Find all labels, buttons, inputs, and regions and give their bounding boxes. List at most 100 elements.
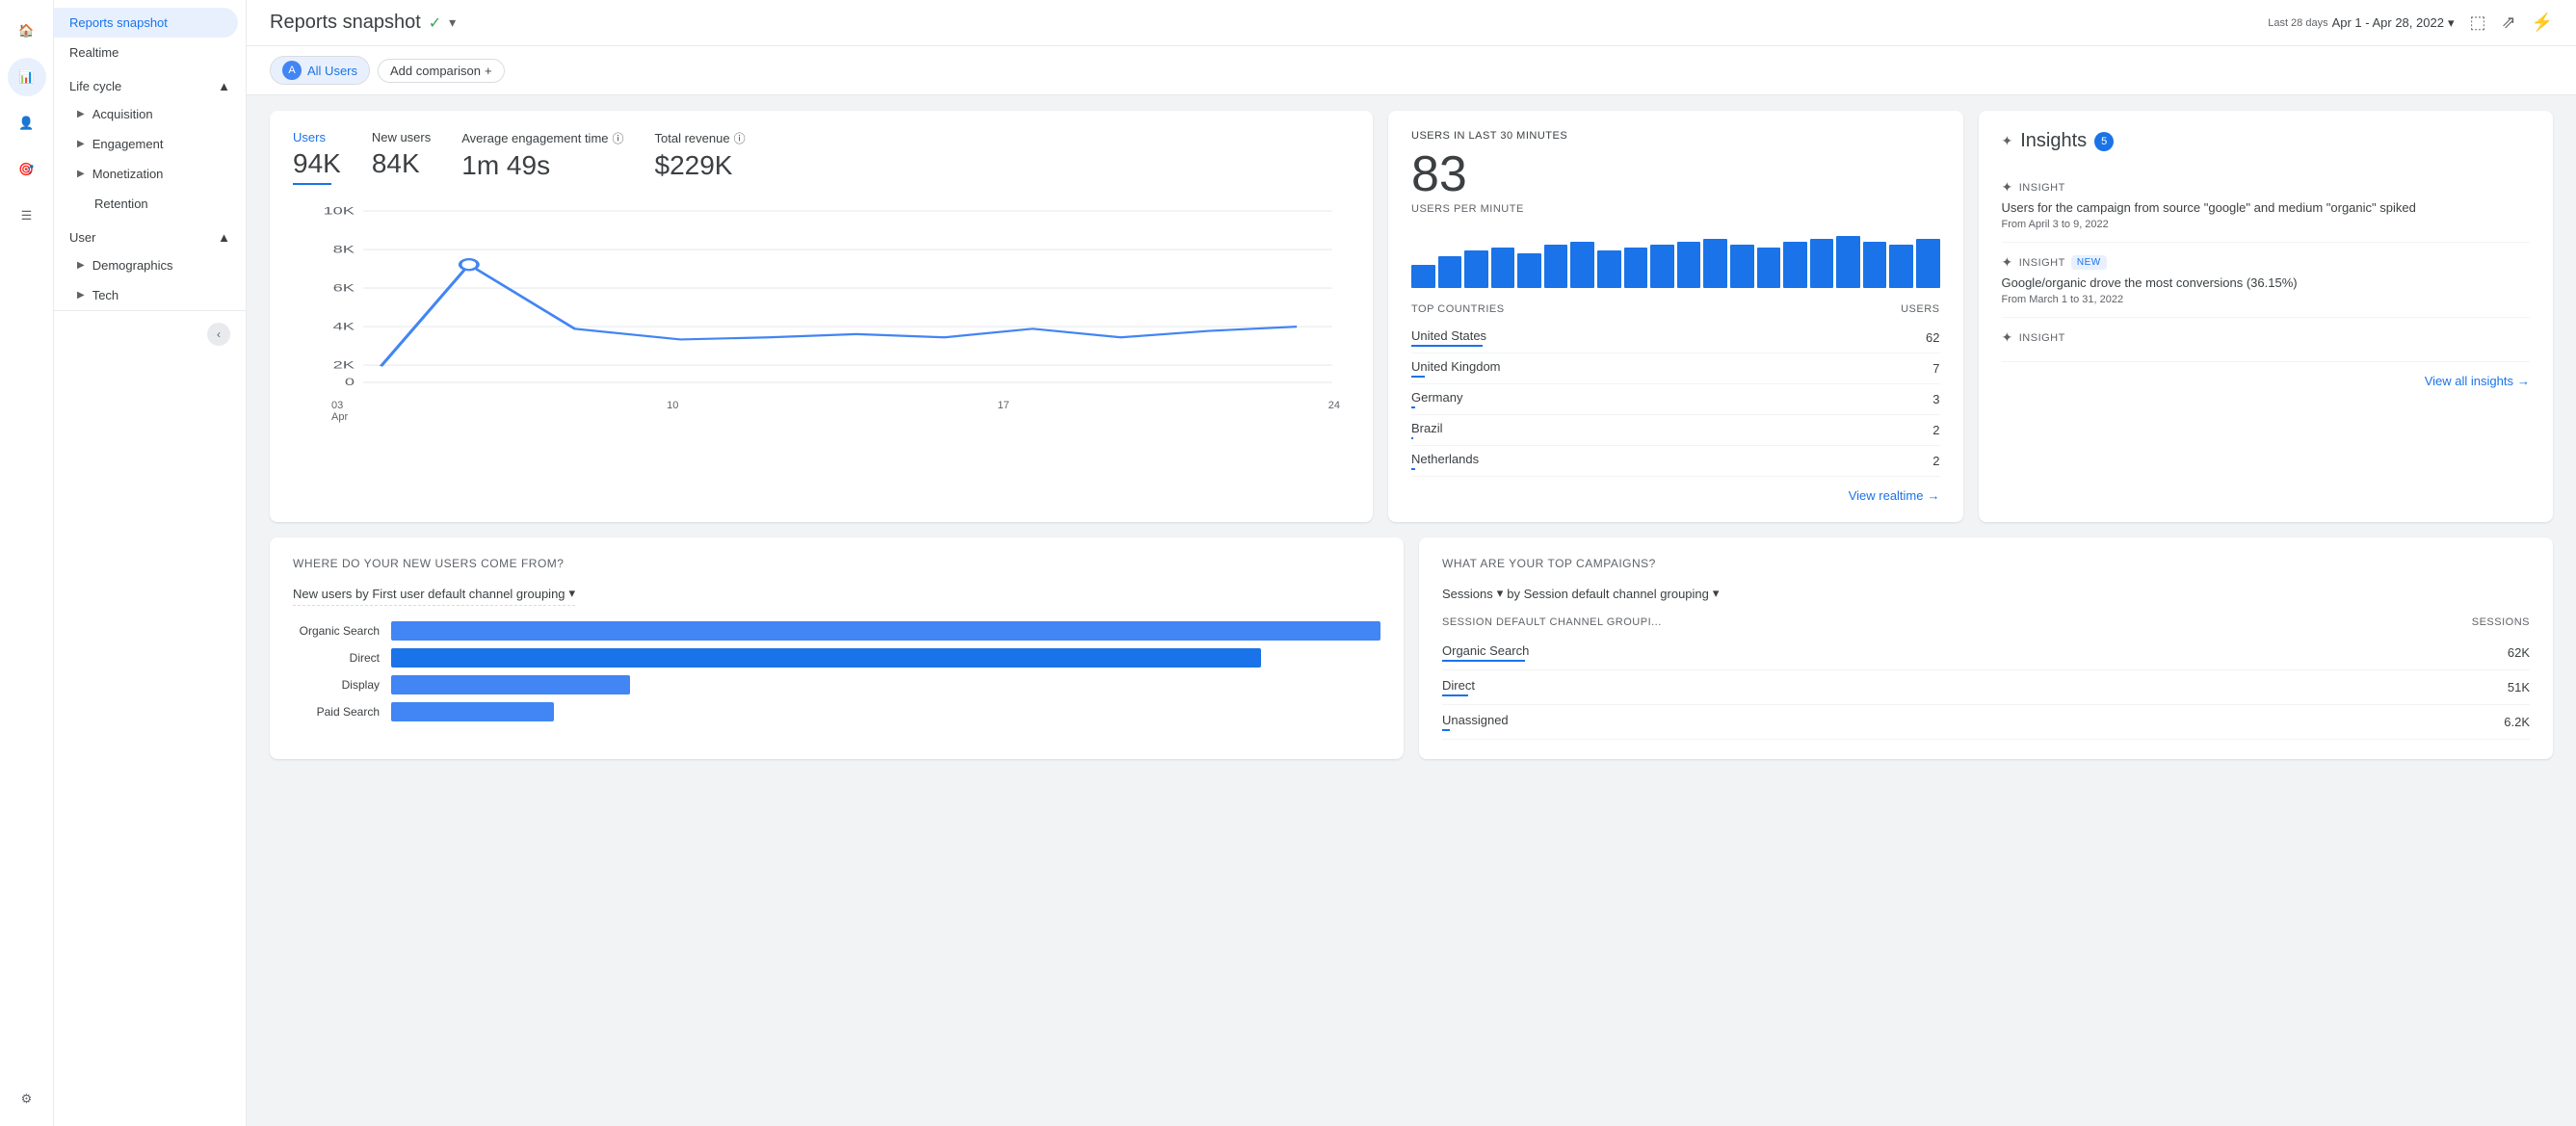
mini-bar [1757, 248, 1781, 288]
campaign-name-unassigned: Unassigned [1442, 713, 1509, 727]
mini-bar [1703, 239, 1727, 288]
country-name-de: Germany [1411, 390, 1462, 405]
country-row-us: United States 62 [1411, 323, 1940, 354]
title-dropdown-icon[interactable]: ▾ [449, 14, 456, 31]
chart-label-4: 24 [1328, 400, 1340, 423]
campaign-row-direct: Direct 51K [1442, 670, 2530, 705]
campaign-value-unassigned: 6.2K [2504, 715, 2530, 729]
bar-row-direct: Direct [293, 648, 1380, 668]
insight-icon-2: ✦ [2002, 254, 2013, 271]
arrow-right-icon: ▶ [77, 260, 85, 271]
date-range-selector[interactable]: Last 28 days Apr 1 - Apr 28, 2022 ▾ [2268, 15, 2454, 31]
insight-text-2: Google/organic drove the most conversion… [2002, 275, 2531, 292]
sidebar-item-acquisition[interactable]: ▶ Acquisition [54, 99, 238, 129]
bar-fill-paid [391, 702, 554, 721]
bar-label-paid: Paid Search [293, 705, 380, 719]
metric-total-revenue: Total revenue ⓘ $229K [655, 130, 746, 185]
share-icon[interactable]: ⇗ [2501, 13, 2515, 33]
left-icon-column: 🏠 📊 👤 🎯 ☰ ⚙ [0, 0, 54, 1126]
svg-text:2K: 2K [333, 359, 355, 371]
line-chart-area: 10K 8K 6K 4K 2K 0 03Apr [293, 200, 1350, 393]
new-users-section-title: WHERE DO YOUR NEW USERS COME FROM? [293, 557, 1380, 570]
sidebar-item-tech[interactable]: ▶ Tech [54, 280, 238, 310]
metrics-chart-card: Users 94K New users 84K Average engageme… [270, 111, 1373, 522]
campaign-row-unassigned: Unassigned 6.2K [1442, 705, 2530, 740]
sidebar-item-retention[interactable]: Retention [54, 189, 238, 219]
header-left: Reports snapshot ✓ ▾ [270, 12, 456, 34]
view-realtime-button[interactable]: View realtime → [1411, 488, 1940, 503]
insight-item-3: ✦ INSIGHT [2002, 318, 2531, 362]
country-name-uk: United Kingdom [1411, 359, 1501, 374]
bar-fill-organic [391, 621, 1380, 641]
page-title: Reports snapshot [270, 12, 421, 34]
sidebar-item-reports-snapshot[interactable]: Reports snapshot [54, 8, 238, 38]
new-badge: New [2071, 255, 2107, 270]
country-bar-nl [1411, 468, 1415, 470]
sidebar-section-user[interactable]: User ▲ [54, 219, 246, 250]
chart-icon[interactable]: 📊 [8, 58, 46, 96]
sidebar-item-demographics[interactable]: ▶ Demographics [54, 250, 238, 280]
all-users-avatar: A [282, 61, 302, 80]
metrics-grid: Users 94K New users 84K Average engageme… [293, 130, 1350, 185]
insights-badge: 5 [2094, 132, 2114, 151]
sidebar-item-demographics-label: Demographics [92, 258, 173, 273]
insights-sparkle-icon: ✦ [2002, 133, 2013, 149]
date-value: Apr 1 - Apr 28, 2022 [2332, 15, 2444, 30]
mini-bar [1810, 239, 1834, 288]
sidebar-item-realtime-label: Realtime [69, 45, 118, 60]
campaign-underline-unassigned [1442, 729, 1450, 731]
mini-bar [1570, 242, 1594, 288]
country-count-us: 62 [1926, 330, 1939, 345]
view-realtime-label: View realtime [1849, 488, 1924, 503]
mini-bar [1517, 253, 1541, 288]
sessions-label: Sessions [1442, 587, 1493, 601]
country-bar-br [1411, 437, 1413, 439]
country-name-br: Brazil [1411, 421, 1443, 435]
bar-label-organic: Organic Search [293, 624, 380, 638]
sidebar-item-engagement[interactable]: ▶ Engagement [54, 129, 238, 159]
new-users-dropdown[interactable]: New users by First user default channel … [293, 586, 575, 606]
insight-label-1: ✦ INSIGHT [2002, 179, 2531, 196]
new-users-value: 84K [372, 148, 431, 179]
bar-row-display: Display [293, 675, 1380, 694]
sidebar-section-lifecycle-title: Life cycle [69, 79, 121, 93]
country-count-uk: 7 [1932, 361, 1939, 376]
avg-engagement-label: Average engagement time ⓘ [461, 130, 623, 146]
mini-bar [1491, 248, 1515, 288]
total-revenue-value: $229K [655, 150, 746, 181]
insight-date-2: From March 1 to 31, 2022 [2002, 294, 2531, 305]
sidebar-collapse-button[interactable]: ‹ [207, 323, 230, 346]
new-users-dropdown-label: New users by First user default channel … [293, 587, 565, 601]
country-count-br: 2 [1932, 423, 1939, 437]
insights-card: ✦ Insights 5 ✦ INSIGHT Users for the cam… [1979, 111, 2554, 522]
chart-label-1: 03Apr [331, 400, 348, 423]
person-icon[interactable]: 👤 [8, 104, 46, 143]
bar-fill-display [391, 675, 630, 694]
bar-row-organic: Organic Search [293, 621, 1380, 641]
settings-icon[interactable]: ⚙ [8, 1080, 46, 1118]
campaign-value-direct: 51K [2508, 680, 2530, 694]
mini-bar [1544, 245, 1568, 288]
home-icon[interactable]: 🏠 [8, 12, 46, 50]
target-icon[interactable]: 🎯 [8, 150, 46, 189]
sidebar-item-realtime[interactable]: Realtime [54, 38, 238, 67]
campaigns-card: WHAT ARE YOUR TOP CAMPAIGNS? Sessions ▾ … [1419, 537, 2553, 759]
info-icon-2: ⓘ [734, 130, 746, 146]
all-users-filter-chip[interactable]: A All Users [270, 56, 370, 85]
campaign-value-organic: 62K [2508, 645, 2530, 660]
mini-bar [1597, 250, 1621, 288]
compare-icon[interactable]: ⚡ [2532, 13, 2553, 33]
sessions-dropdown-icon: ▾ [1497, 586, 1504, 601]
mini-bar [1438, 256, 1462, 288]
arrow-right-icon: ▶ [77, 139, 85, 149]
list-icon[interactable]: ☰ [8, 196, 46, 235]
sessions-dropdown[interactable]: Sessions ▾ [1442, 586, 1503, 601]
add-comparison-button[interactable]: Add comparison + [378, 59, 505, 83]
sidebar-section-lifecycle[interactable]: Life cycle ▲ [54, 67, 246, 99]
realtime-number: 83 [1411, 149, 1940, 199]
sidebar-item-monetization-label: Monetization [92, 167, 164, 181]
view-all-insights-button[interactable]: View all insights → [2002, 374, 2531, 388]
sidebar-item-monetization[interactable]: ▶ Monetization [54, 159, 238, 189]
content-area: Reports snapshot ✓ ▾ Last 28 days Apr 1 … [247, 0, 2576, 1126]
export-icon[interactable]: ⬚ [2469, 13, 2485, 33]
